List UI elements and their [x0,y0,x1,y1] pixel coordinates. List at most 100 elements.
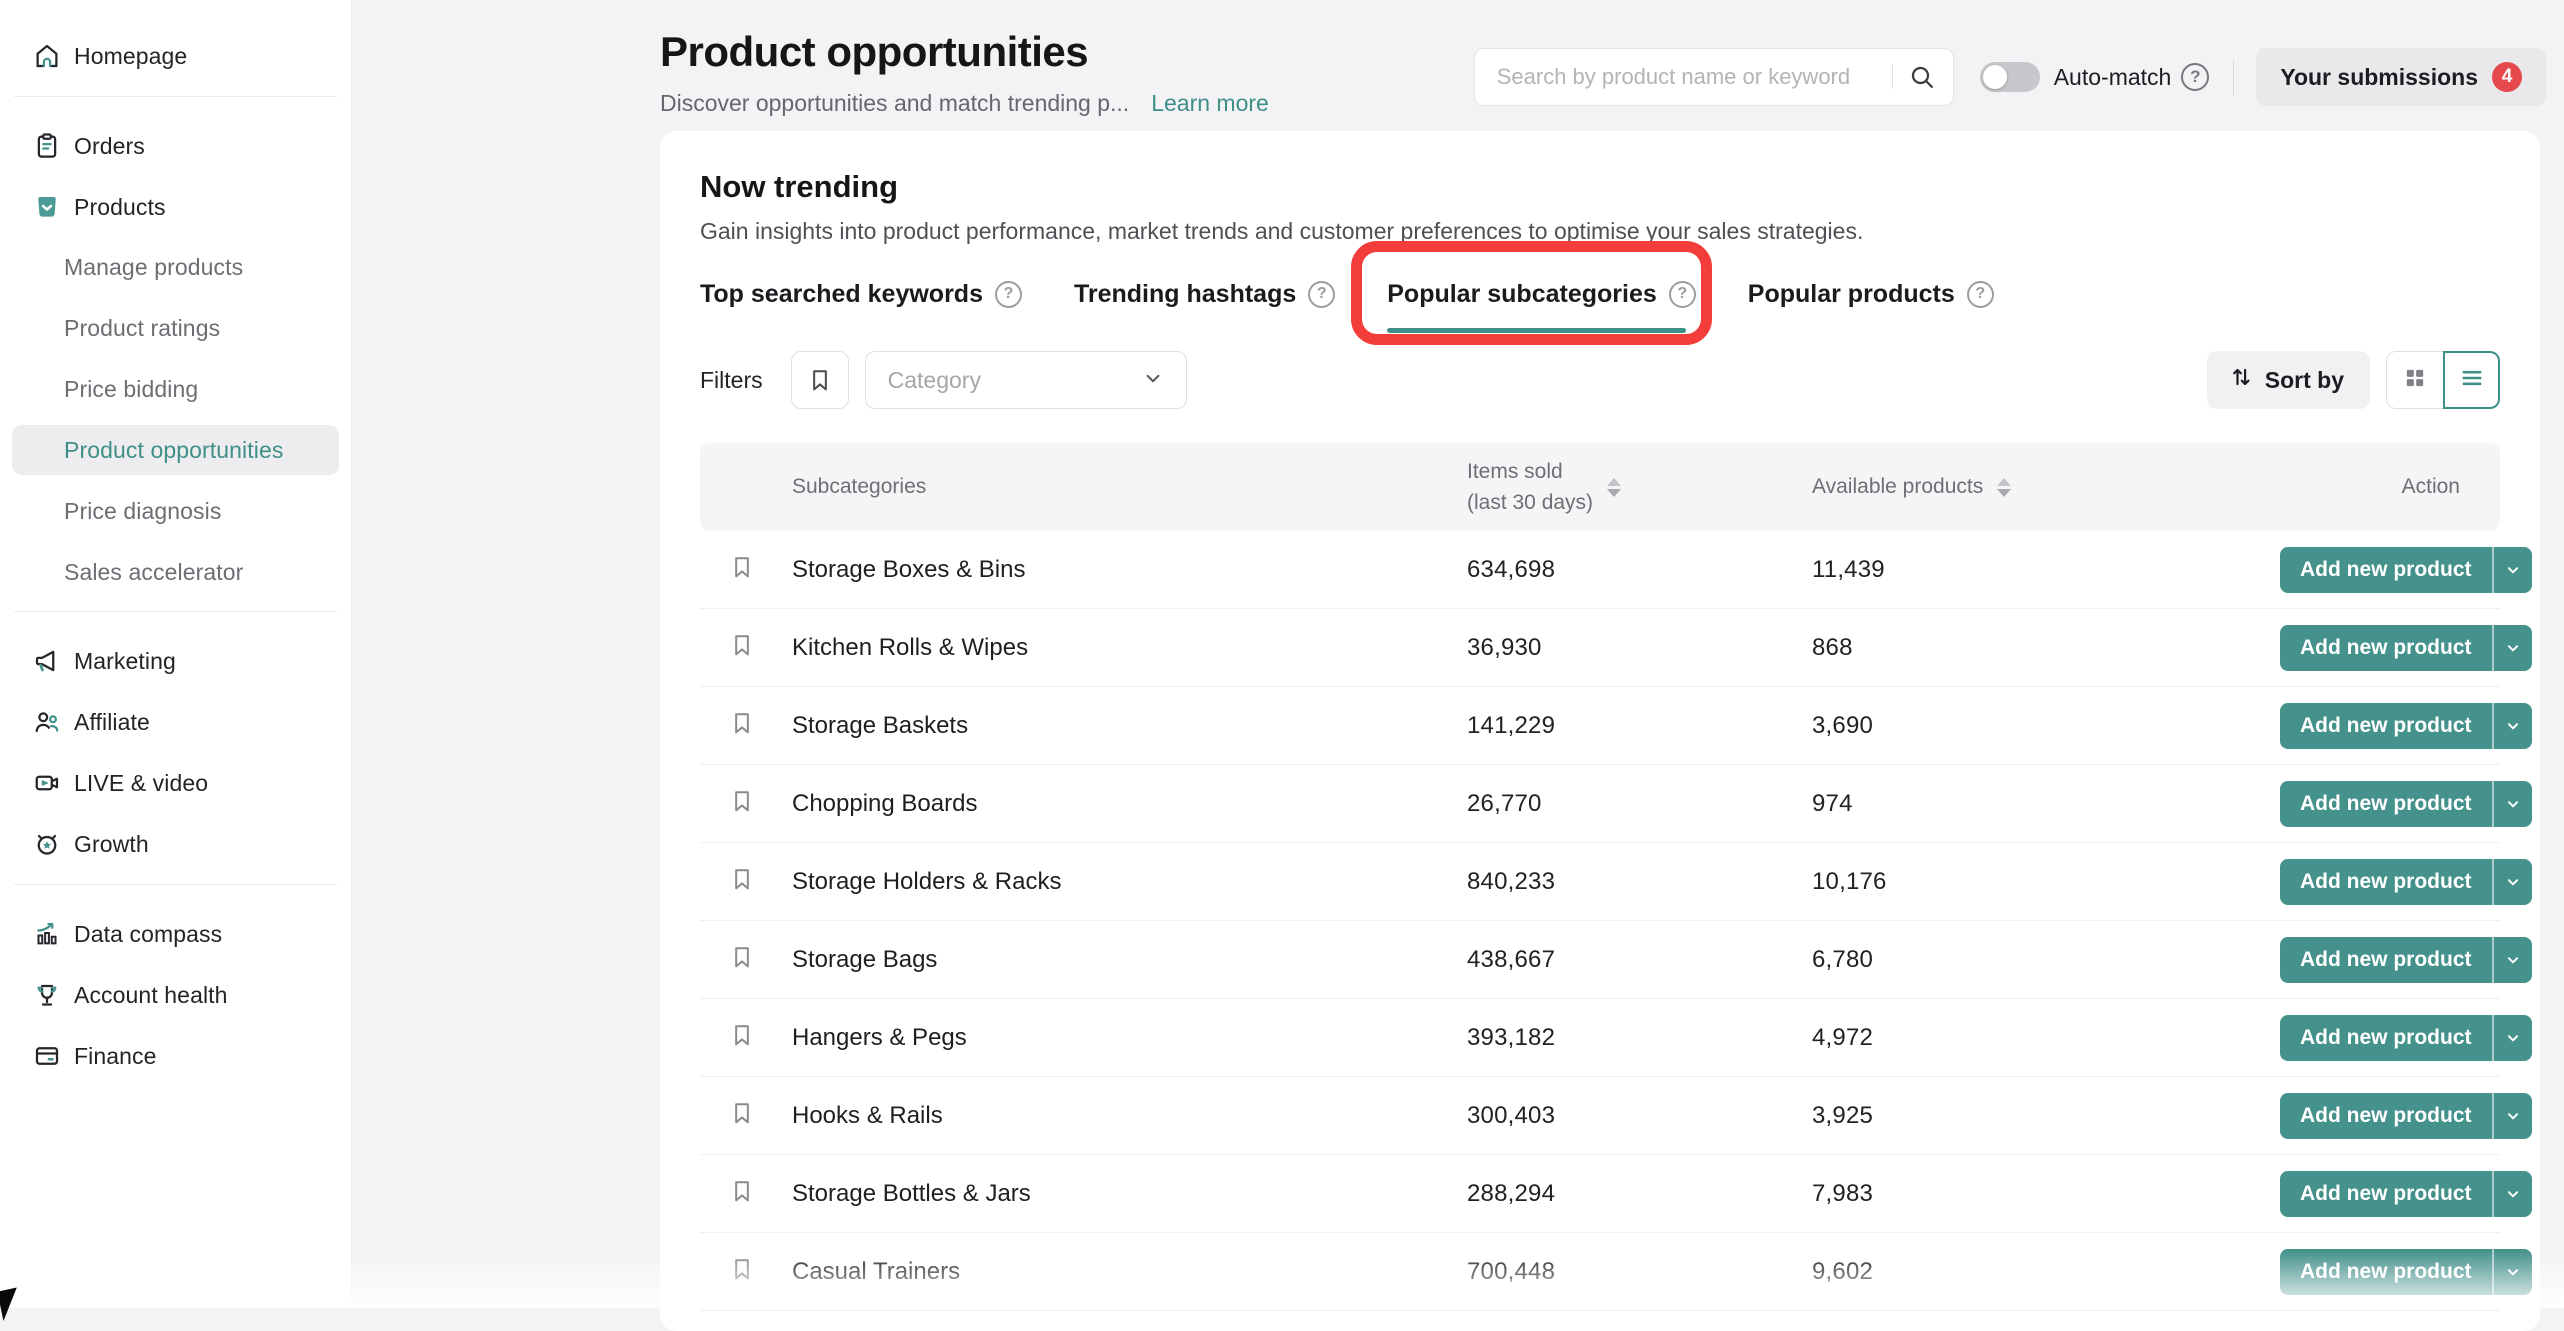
available-products-value: 974 [1812,790,2280,818]
chevron-down-icon[interactable] [2494,703,2532,749]
items-sold-value: 700,448 [1467,1258,1812,1286]
column-header-subcategories[interactable]: Subcategories [792,475,1467,499]
sort-arrows-icon[interactable] [1607,478,1621,497]
chevron-down-icon[interactable] [2494,937,2532,983]
column-header-available-products[interactable]: Available products [1812,475,2280,499]
saved-filters-button[interactable] [791,351,849,409]
sidebar-item-live-video[interactable]: LIVE & video [12,757,339,809]
sidebar-item-products[interactable]: Products [12,181,339,233]
add-new-product-button[interactable]: Add new product [2280,625,2532,671]
bookmark-icon[interactable] [728,709,756,737]
add-new-product-button[interactable]: Add new product [2280,781,2532,827]
subcategory-name[interactable]: Chopping Boards [792,790,1467,818]
sidebar-item-affiliate[interactable]: Affiliate [12,696,339,748]
tab-popular-subcategories[interactable]: Popular subcategories ? [1387,277,1696,311]
your-submissions-label: Your submissions [2280,64,2478,91]
table-row: Hangers & Pegs 393,182 4,972 Add new pro… [700,999,2500,1077]
page-title: Product opportunities [660,28,1269,76]
add-new-product-button[interactable]: Add new product [2280,1249,2532,1295]
sort-arrows-icon[interactable] [1997,478,2011,497]
help-icon[interactable]: ? [1308,281,1335,308]
sidebar-item-manage-products[interactable]: Manage products [12,242,339,292]
sidebar-item-data-compass[interactable]: Data compass [12,908,339,960]
sidebar-divider [14,611,337,612]
card-title: Now trending [700,169,2500,205]
available-products-value: 3,925 [1812,1102,2280,1130]
clipboard-icon [32,131,62,161]
auto-match-toggle[interactable] [1980,62,2040,92]
subcategory-name[interactable]: Hooks & Rails [792,1102,1467,1130]
sidebar-item-homepage[interactable]: Homepage [12,30,339,82]
tab-trending-hashtags[interactable]: Trending hashtags ? [1074,277,1335,311]
chevron-down-icon[interactable] [2494,859,2532,905]
chevron-down-icon[interactable] [2494,547,2532,593]
tab-top-searched-keywords[interactable]: Top searched keywords ? [700,277,1022,311]
add-new-product-button[interactable]: Add new product [2280,1015,2532,1061]
bookmark-icon[interactable] [728,943,756,971]
learn-more-link[interactable]: Learn more [1151,90,1269,117]
sidebar-item-account-health[interactable]: Account health [12,969,339,1021]
help-icon[interactable]: ? [1967,281,1994,308]
subcategory-name[interactable]: Storage Baskets [792,712,1467,740]
sidebar-item-growth[interactable]: Growth [12,818,339,870]
help-icon[interactable]: ? [2181,63,2209,91]
bookmark-icon[interactable] [728,631,756,659]
subcategory-name[interactable]: Storage Bottles & Jars [792,1180,1467,1208]
subcategory-name[interactable]: Storage Boxes & Bins [792,556,1467,584]
items-sold-value: 840,233 [1467,868,1812,896]
add-new-product-button[interactable]: Add new product [2280,1093,2532,1139]
sidebar-divider [14,884,337,885]
submissions-count-badge: 4 [2492,62,2522,92]
help-icon[interactable]: ? [995,281,1022,308]
add-new-product-button[interactable]: Add new product [2280,937,2532,983]
bookmark-icon[interactable] [728,1099,756,1127]
chevron-down-icon[interactable] [2494,1093,2532,1139]
add-new-product-button[interactable]: Add new product [2280,547,2532,593]
chevron-down-icon[interactable] [2494,1015,2532,1061]
grid-view-button[interactable] [2386,351,2443,409]
bookmark-icon[interactable] [728,787,756,815]
subcategory-name[interactable]: Kitchen Rolls & Wipes [792,634,1467,662]
table-row: Storage Boxes & Bins 634,698 11,439 Add … [700,531,2500,609]
table-row: Casual Trainers 700,448 9,602 Add new pr… [700,1233,2500,1311]
view-toggle [2386,351,2500,409]
tab-popular-products[interactable]: Popular products ? [1748,277,1994,311]
subcategory-name[interactable]: Storage Bags [792,946,1467,974]
sidebar-item-sales-accelerator[interactable]: Sales accelerator [12,547,339,597]
subcategory-name[interactable]: Casual Trainers [792,1258,1467,1286]
bookmark-icon[interactable] [728,1021,756,1049]
search-icon[interactable] [1907,62,1937,92]
sidebar-item-product-opportunities[interactable]: Product opportunities [12,425,339,475]
bookmark-icon[interactable] [728,1177,756,1205]
chevron-down-icon[interactable] [2494,625,2532,671]
sidebar-item-price-bidding[interactable]: Price bidding [12,364,339,414]
subcategory-name[interactable]: Storage Holders & Racks [792,868,1467,896]
trophy-icon [32,980,62,1010]
card-description: Gain insights into product performance, … [700,218,2500,245]
chevron-down-icon[interactable] [2494,781,2532,827]
sidebar-item-finance[interactable]: Finance [12,1030,339,1082]
add-new-product-button[interactable]: Add new product [2280,859,2532,905]
sidebar-item-marketing[interactable]: Marketing [12,635,339,687]
search-input[interactable] [1497,64,1892,90]
add-new-product-button[interactable]: Add new product [2280,1171,2532,1217]
mouse-cursor [0,1285,35,1321]
list-view-button[interactable] [2443,351,2500,409]
bookmark-icon[interactable] [728,1255,756,1283]
filters-row: Filters Category Sort by [700,351,2500,409]
chevron-down-icon[interactable] [2494,1249,2532,1295]
page-header: Product opportunities Discover opportuni… [660,0,2546,117]
bookmark-icon[interactable] [728,865,756,893]
your-submissions-button[interactable]: Your submissions 4 [2256,48,2546,106]
bookmark-icon[interactable] [728,553,756,581]
sidebar-item-orders[interactable]: Orders [12,120,339,172]
add-new-product-button[interactable]: Add new product [2280,703,2532,749]
column-header-items-sold[interactable]: Items sold (last 30 days) [1467,456,1812,519]
sort-by-button[interactable]: Sort by [2207,351,2370,409]
chevron-down-icon[interactable] [2494,1171,2532,1217]
category-dropdown[interactable]: Category [865,351,1187,409]
sidebar-item-product-ratings[interactable]: Product ratings [12,303,339,353]
help-icon[interactable]: ? [1669,281,1696,308]
sidebar-item-price-diagnosis[interactable]: Price diagnosis [12,486,339,536]
subcategory-name[interactable]: Hangers & Pegs [792,1024,1467,1052]
